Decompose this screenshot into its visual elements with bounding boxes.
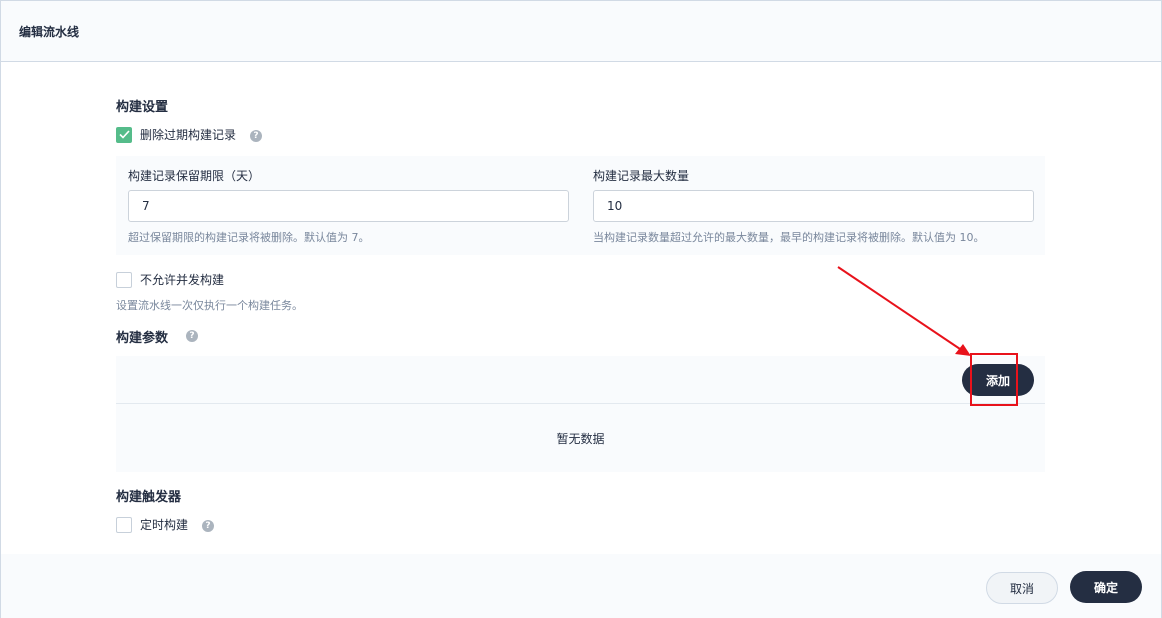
table-header — [116, 356, 1045, 404]
no-concurrent-description: 设置流水线一次仅执行一个构建任务。 — [116, 299, 303, 312]
question-icon[interactable]: ? — [250, 129, 263, 142]
build-params-table: 暂无数据 — [116, 356, 1045, 472]
no-concurrent-row[interactable]: 不允许并发构建 — [116, 271, 224, 288]
scheduled-build-checkbox[interactable] — [116, 516, 132, 533]
dialog-footer: 取消 确定 — [1, 554, 1161, 618]
question-icon[interactable]: ? — [202, 519, 215, 532]
confirm-button[interactable]: 确定 — [1070, 571, 1142, 603]
build-params-title: 构建参数 — [116, 331, 169, 346]
dialog-title: 编辑流水线 — [19, 25, 80, 39]
check-icon — [118, 130, 130, 139]
cancel-button[interactable]: 取消 — [986, 572, 1058, 604]
empty-state-text: 暂无数据 — [556, 432, 605, 446]
max-records-description: 当构建记录数量超过允许的最大数量，最早的构建记录将被删除。默认值为 10。 — [593, 231, 985, 244]
retention-settings-panel: 构建记录保留期限（天） 超过保留期限的构建记录将被删除。默认值为 7。 构建记录… — [116, 156, 1045, 255]
highlight-box — [970, 353, 1018, 406]
dialog-header: 编辑流水线 — [1, 1, 1161, 62]
scheduled-build-row[interactable]: 定时构建 ? — [116, 516, 215, 533]
retention-days-description: 超过保留期限的构建记录将被删除。默认值为 7。 — [128, 231, 370, 244]
edit-pipeline-dialog: 编辑流水线 构建设置 删除过期构建记录 ? 构建记录保留期限（天） 超过保留期限… — [0, 0, 1162, 618]
discard-old-builds-label: 删除过期构建记录 — [140, 128, 237, 142]
build-triggers-title: 构建触发器 — [116, 490, 182, 505]
max-records-label: 构建记录最大数量 — [593, 169, 690, 183]
discard-old-builds-row[interactable]: 删除过期构建记录 ? — [116, 126, 263, 143]
scheduled-build-label: 定时构建 — [140, 518, 189, 532]
discard-old-builds-checkbox[interactable] — [116, 126, 132, 143]
max-records-input[interactable] — [593, 190, 1034, 222]
build-settings-title: 构建设置 — [116, 100, 169, 115]
retention-days-label: 构建记录保留期限（天） — [128, 169, 261, 183]
no-concurrent-checkbox[interactable] — [116, 271, 132, 288]
question-icon[interactable]: ? — [186, 330, 198, 342]
no-concurrent-label: 不允许并发构建 — [140, 273, 225, 287]
retention-days-input[interactable] — [128, 190, 569, 222]
